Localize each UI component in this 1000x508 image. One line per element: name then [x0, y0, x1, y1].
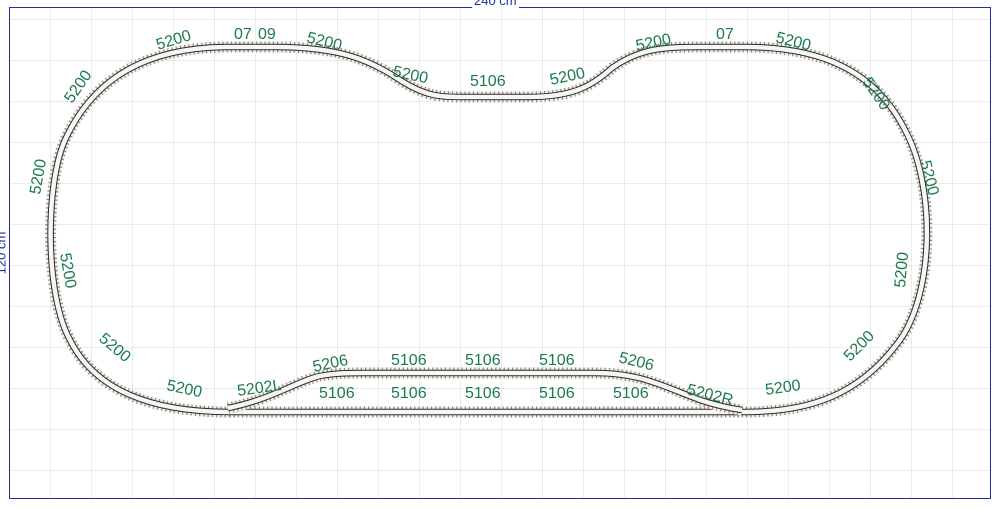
track-label: 5106 [319, 385, 355, 402]
track-plan-canvas: 5200 07 09 5200 5200 5106 5200 5200 07 5… [9, 7, 991, 499]
track-label: 07 [716, 26, 734, 43]
track-label: 5106 [539, 352, 575, 369]
height-dimension-label: 120 cm [0, 229, 9, 277]
track-label: 5106 [465, 352, 501, 369]
track-label: 5106 [465, 385, 501, 402]
track-label: 5106 [613, 385, 649, 402]
track-label: 5106 [391, 352, 427, 369]
track-label: 5200 [892, 251, 912, 288]
track-label: 5106 [470, 73, 506, 90]
track-label: 5106 [391, 385, 427, 402]
track-label: 07 [234, 26, 252, 43]
width-dimension-label: 240 cm [472, 0, 519, 8]
track-label: 09 [258, 26, 276, 43]
track-label: 5106 [539, 385, 575, 402]
